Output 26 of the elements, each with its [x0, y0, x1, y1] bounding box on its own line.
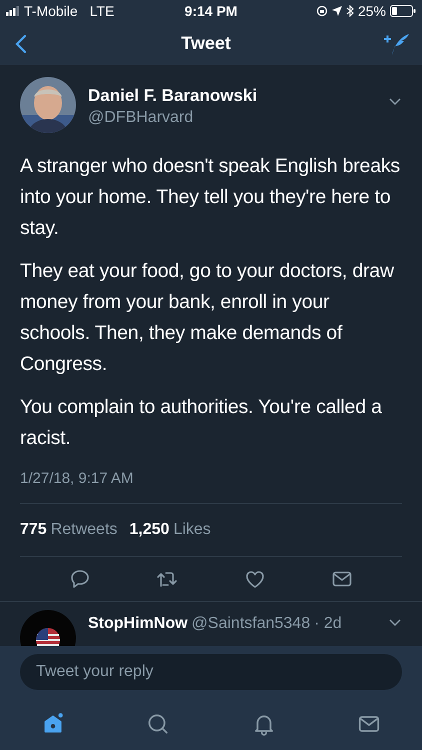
tweet-text: They eat your food, go to your doctors, draw money from your bank, enroll in your schools. Then, they make demands of Congress. — [20, 259, 395, 377]
clock: 9:14 PM — [184, 2, 238, 20]
stat-label: Retweets — [50, 520, 118, 540]
bluetooth-icon — [346, 5, 354, 17]
author-handle[interactable]: @DFBHarvard — [88, 107, 376, 129]
page-title: Tweet — [181, 32, 231, 55]
chevron-down-icon[interactable] — [388, 618, 402, 628]
carrier-name: T-Mobile — [24, 2, 78, 20]
tweet-text: You complain to authorities. You're called a racist. — [20, 395, 383, 451]
location-arrow-icon — [332, 6, 342, 16]
tweet-text: A stranger who doesn't speak English breaks into your home. They tell you they're here to stay. — [20, 154, 401, 241]
stat-count: 775 — [20, 520, 47, 540]
stat-label: Likes — [173, 520, 211, 540]
author-name[interactable]: Daniel F. Baranowski — [88, 85, 376, 107]
timestamp: 1/27/18, 9:17 AM — [20, 468, 402, 504]
reply-author-handle[interactable]: @Saintsfan5348 — [192, 612, 310, 636]
chevron-down-icon[interactable] — [388, 97, 402, 107]
battery-icon — [390, 5, 416, 17]
reply-author-name[interactable]: StopHimNow — [88, 612, 188, 636]
signal-icon — [6, 6, 20, 16]
battery-percent: 25% — [358, 2, 386, 20]
orientation-lock-icon — [316, 5, 328, 17]
reply-input-field[interactable]: Tweet your reply — [20, 654, 402, 690]
stat-count: 1,250 — [129, 520, 170, 540]
network-type: LTE — [90, 2, 114, 20]
reply-age: · 2d — [314, 614, 342, 634]
